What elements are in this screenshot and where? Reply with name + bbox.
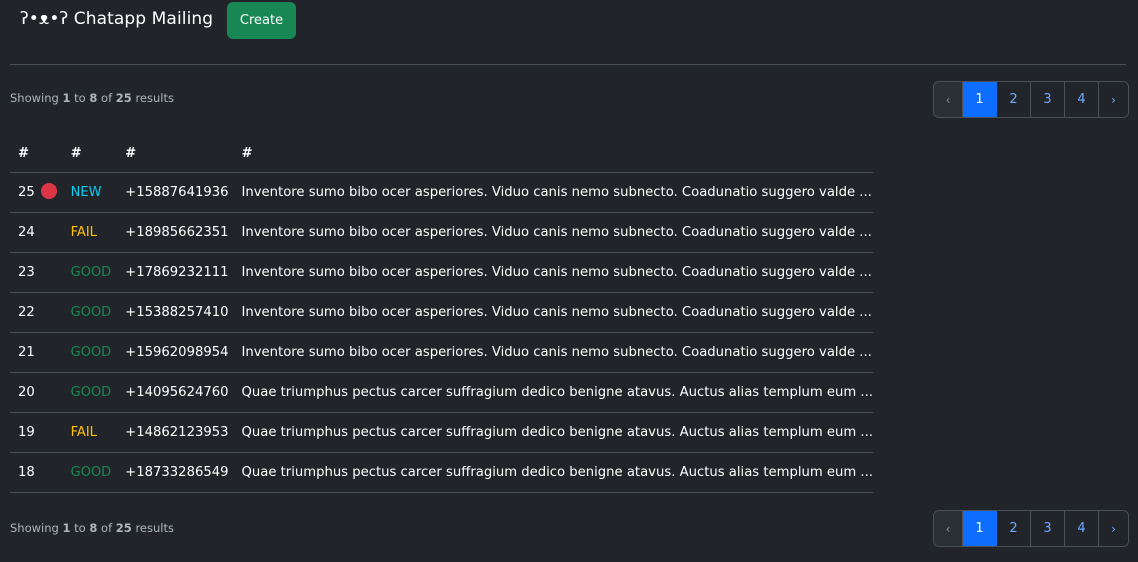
row-status-cell: GOOD xyxy=(62,332,118,373)
column-header-id: # xyxy=(10,134,40,173)
page-1-button[interactable]: 1 xyxy=(963,511,997,546)
row-message: Quae triumphus pectus carcer suffragium … xyxy=(233,412,873,453)
column-header-status: # xyxy=(62,134,118,173)
row-phone: +17869232111 xyxy=(117,252,234,293)
row-id: 19 xyxy=(10,412,40,453)
row-status-cell: GOOD xyxy=(62,372,118,413)
results-summary-bottom: Showing 1 to 8 of 25 results xyxy=(10,521,174,535)
row-indicator-cell xyxy=(39,412,63,453)
row-id: 21 xyxy=(10,332,40,373)
row-phone: +18985662351 xyxy=(117,212,234,253)
row-id: 18 xyxy=(10,452,40,493)
row-indicator-cell xyxy=(39,252,63,293)
table-row[interactable]: 23 GOOD +17869232111 Inventore sumo bibo oc… xyxy=(10,252,873,293)
page-4-button[interactable]: 4 xyxy=(1065,511,1099,546)
table-row[interactable]: 20 GOOD +14095624760 Quae triumphus pectus … xyxy=(10,372,873,413)
row-indicator-cell xyxy=(39,172,63,213)
summary-of-word: of xyxy=(101,521,113,535)
summary-showing: Showing xyxy=(10,521,59,535)
next-page-button[interactable]: › xyxy=(1099,82,1128,117)
table-row[interactable]: 25 NEW +15887641936 Inventore sumo bibo oce… xyxy=(10,172,873,213)
row-id: 23 xyxy=(10,252,40,293)
row-phone: +15887641936 xyxy=(117,172,234,213)
row-indicator-cell xyxy=(39,212,63,253)
messages-table: # # # # 25 NEW +15887641936 Inventore sumo … xyxy=(10,134,873,493)
summary-from: 1 xyxy=(62,91,71,105)
pagination-bottom: ‹ 1 2 3 4 › xyxy=(933,510,1129,547)
row-message: Inventore sumo bibo ocer asperiores. Vid… xyxy=(233,172,873,213)
row-status-cell: GOOD xyxy=(62,252,118,293)
row-phone: +18733286549 xyxy=(117,452,234,493)
row-indicator-cell xyxy=(39,372,63,413)
column-header-indicator xyxy=(39,134,63,173)
create-button[interactable]: Create xyxy=(227,2,296,39)
row-id: 20 xyxy=(10,372,40,413)
pagination-top: ‹ 1 2 3 4 › xyxy=(933,81,1129,118)
summary-to: 8 xyxy=(89,91,98,105)
summary-results: results xyxy=(135,521,174,535)
status-label: GOOD xyxy=(70,265,112,280)
header: ʔ•ᴥ•ʔ Chatapp Mailing Create xyxy=(0,0,1138,40)
column-header-message: # xyxy=(233,134,873,173)
summary-results: results xyxy=(135,91,174,105)
page-2-button[interactable]: 2 xyxy=(997,511,1031,546)
row-indicator-cell xyxy=(39,292,63,333)
header-divider xyxy=(10,64,1126,65)
page-2-button[interactable]: 2 xyxy=(997,82,1031,117)
row-phone: +15388257410 xyxy=(117,292,234,333)
mailing-page: ʔ•ᴥ•ʔ Chatapp Mailing Create Showing 1 t… xyxy=(0,0,1138,562)
page-4-button[interactable]: 4 xyxy=(1065,82,1099,117)
unread-dot-icon xyxy=(41,183,58,199)
row-id: 22 xyxy=(10,292,40,333)
status-label: FAIL xyxy=(70,425,97,440)
status-label: GOOD xyxy=(70,345,112,360)
summary-to-word: to xyxy=(74,521,86,535)
status-label: GOOD xyxy=(70,465,112,480)
row-message: Inventore sumo bibo ocer asperiores. Vid… xyxy=(233,292,873,333)
page-1-button[interactable]: 1 xyxy=(963,82,997,117)
results-summary-top: Showing 1 to 8 of 25 results xyxy=(10,91,174,105)
row-indicator-cell xyxy=(39,452,63,493)
summary-from: 1 xyxy=(62,521,71,535)
next-page-button[interactable]: › xyxy=(1099,511,1128,546)
page-3-button[interactable]: 3 xyxy=(1031,82,1065,117)
row-status-cell: NEW xyxy=(62,172,118,213)
table-row[interactable]: 19 FAIL +14862123953 Quae triumphus pectus … xyxy=(10,412,873,453)
status-label: GOOD xyxy=(70,385,112,400)
row-indicator-cell xyxy=(39,332,63,373)
table-row[interactable]: 18 GOOD +18733286549 Quae triumphus pectus … xyxy=(10,452,873,493)
row-phone: +14095624760 xyxy=(117,372,234,413)
row-status-cell: GOOD xyxy=(62,452,118,493)
row-message: Inventore sumo bibo ocer asperiores. Vid… xyxy=(233,212,873,253)
row-message: Inventore sumo bibo ocer asperiores. Vid… xyxy=(233,252,873,293)
table-row[interactable]: 24 FAIL +18985662351 Inventore sumo bibo oc… xyxy=(10,212,873,253)
page-3-button[interactable]: 3 xyxy=(1031,511,1065,546)
row-message: Inventore sumo bibo ocer asperiores. Vid… xyxy=(233,332,873,373)
row-phone: +15962098954 xyxy=(117,332,234,373)
row-message: Quae triumphus pectus carcer suffragium … xyxy=(233,452,873,493)
summary-total: 25 xyxy=(115,91,132,105)
row-status-cell: FAIL xyxy=(62,212,118,253)
row-id: 25 xyxy=(10,172,40,213)
table-row[interactable]: 22 GOOD +15388257410 Inventore sumo bibo oc… xyxy=(10,292,873,333)
app-title: ʔ•ᴥ•ʔ Chatapp Mailing xyxy=(20,9,214,29)
row-id: 24 xyxy=(10,212,40,253)
status-label: FAIL xyxy=(70,225,97,240)
column-header-phone: # xyxy=(117,134,234,173)
summary-showing: Showing xyxy=(10,91,59,105)
row-status-cell: GOOD xyxy=(62,292,118,333)
summary-to-word: to xyxy=(74,91,86,105)
row-status-cell: FAIL xyxy=(62,412,118,453)
summary-of-word: of xyxy=(101,91,113,105)
row-phone: +14862123953 xyxy=(117,412,234,453)
table-header-row: # # # # xyxy=(10,134,873,173)
summary-total: 25 xyxy=(115,521,132,535)
summary-to: 8 xyxy=(89,521,98,535)
status-label: GOOD xyxy=(70,305,112,320)
row-message: Quae triumphus pectus carcer suffragium … xyxy=(233,372,873,413)
prev-page-button[interactable]: ‹ xyxy=(934,511,963,546)
prev-page-button[interactable]: ‹ xyxy=(934,82,963,117)
status-label: NEW xyxy=(70,185,102,200)
table-row[interactable]: 21 GOOD +15962098954 Inventore sumo bibo oc… xyxy=(10,332,873,373)
